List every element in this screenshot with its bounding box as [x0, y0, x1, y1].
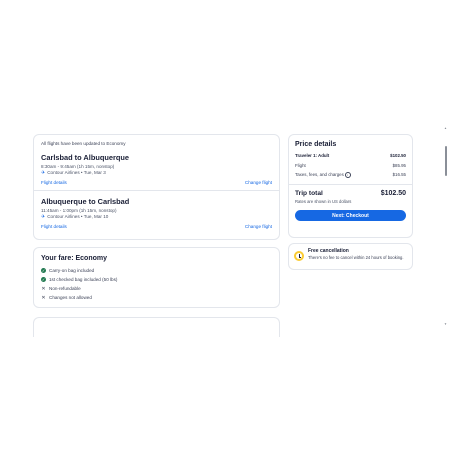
change-flight-link[interactable]: Change flight: [245, 180, 272, 185]
scrollbar[interactable]: ▲ ▼: [444, 126, 448, 326]
flight-links: Flight details Change flight: [41, 180, 272, 185]
flight-details-link[interactable]: Flight details: [41, 180, 67, 185]
fare-feature: ✕ Non-refundable: [41, 284, 272, 293]
flight-links: Flight details Change flight: [41, 224, 272, 229]
free-cancellation-card: Free cancellation There's no fee to canc…: [288, 243, 413, 270]
flight-price-label: Flight: [295, 162, 306, 168]
fare-feature-label: Carry-on bag included: [49, 268, 95, 273]
change-flight-link[interactable]: Change flight: [245, 224, 272, 229]
flight-segment-return: Albuquerque to Carlsbad 11:45am - 1:00pm…: [41, 197, 272, 229]
trip-summary-card: All flights have been updated to Economy…: [33, 134, 280, 240]
fare-feature: ✓ 1st checked bag included (50 lbs): [41, 275, 272, 284]
check-circle-icon: ✓: [41, 277, 46, 282]
airline-date: Contour Airlines • Tue, Mar 3: [47, 170, 106, 175]
airline-row: ✈ Contour Airlines • Tue, Mar 10: [41, 214, 272, 220]
cancellation-content: Free cancellation There's no fee to canc…: [294, 248, 407, 261]
fare-feature: ✕ Changes not allowed: [41, 293, 272, 302]
taxes-label-wrap: Taxes, fees, and charges i: [295, 171, 351, 178]
price-details-card: Price details Traveler 1: Adult $102.50 …: [288, 134, 413, 238]
flight-segment-outbound: Carlsbad to Albuquerque 8:30am - 9:45am …: [41, 153, 272, 185]
flight-route-title: Albuquerque to Carlsbad: [41, 197, 130, 206]
price-details-title: Price details: [295, 141, 337, 148]
cancellation-description: There's no fee to cancel within 24 hours…: [308, 255, 404, 260]
traveler-row: Traveler 1: Adult $102.50: [295, 151, 406, 161]
taxes-row: Taxes, fees, and charges i $16.55: [295, 170, 406, 180]
flight-price-value: $85.95: [392, 162, 406, 168]
airline-row: ✈ Contour Airlines • Tue, Mar 3: [41, 170, 272, 176]
traveler-value: $102.50: [390, 153, 406, 159]
checkout-button[interactable]: Next: Checkout: [295, 210, 406, 221]
cancellation-text: Free cancellation There's no fee to canc…: [308, 248, 404, 260]
fare-feature: ✓ Carry-on bag included: [41, 266, 272, 275]
divider: [289, 183, 412, 185]
airplane-icon: ✈: [41, 170, 46, 176]
scroll-down-arrow-icon[interactable]: ▼: [444, 322, 447, 326]
x-icon: ✕: [41, 285, 46, 292]
flight-price-row: Flight $85.95: [295, 161, 406, 171]
scrollbar-thumb[interactable]: [445, 146, 447, 176]
info-icon[interactable]: i: [344, 171, 351, 178]
next-section-card: [33, 317, 280, 337]
trip-total-row: Trip total $102.50: [295, 190, 406, 197]
x-icon: ✕: [41, 294, 46, 301]
flight-details-link[interactable]: Flight details: [41, 224, 67, 229]
trip-total-label: Trip total: [295, 189, 323, 197]
divider: [34, 190, 279, 191]
fare-title: Your fare: Economy: [41, 255, 107, 262]
rates-note: Rates are shown in US dollars: [295, 198, 352, 204]
trip-total-value: $102.50: [380, 189, 406, 197]
clock-icon: [294, 251, 304, 261]
airline-date: Contour Airlines • Tue, Mar 10: [47, 214, 109, 219]
traveler-label: Traveler 1: Adult: [295, 153, 330, 159]
taxes-label: Taxes, fees, and charges: [295, 171, 344, 177]
economy-update-notice: All flights have been updated to Economy: [41, 141, 126, 146]
taxes-value: $16.55: [392, 172, 406, 178]
flight-route-title: Carlsbad to Albuquerque: [41, 153, 130, 162]
airplane-icon: ✈: [41, 214, 46, 220]
fare-feature-label: Changes not allowed: [49, 295, 92, 300]
scroll-up-arrow-icon[interactable]: ▲: [444, 126, 447, 130]
fare-feature-label: 1st checked bag included (50 lbs): [49, 277, 118, 282]
fare-card: Your fare: Economy ✓ Carry-on bag includ…: [33, 247, 280, 308]
fare-feature-label: Non-refundable: [49, 286, 81, 291]
check-circle-icon: ✓: [41, 268, 46, 273]
cancellation-title: Free cancellation: [308, 248, 349, 254]
